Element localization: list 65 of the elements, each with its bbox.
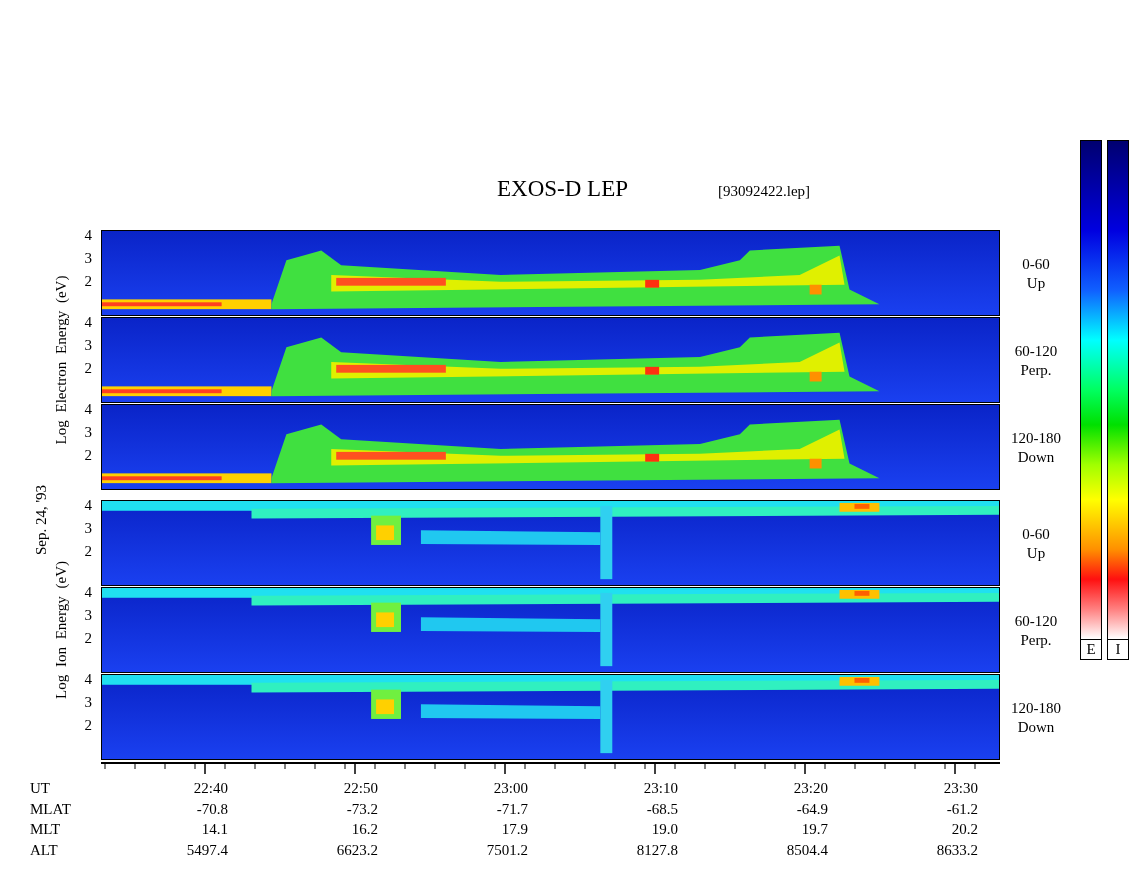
tick-label: 2 bbox=[84, 629, 92, 647]
row-value: 19.7 bbox=[800, 820, 828, 839]
pitch-angle-range: 120-180 bbox=[1011, 698, 1061, 718]
row-value: 16.2 bbox=[350, 820, 378, 839]
row-value: -71.7 bbox=[495, 799, 528, 819]
axis-label: Log Ion Energy (eV) bbox=[52, 561, 70, 699]
row-value: 8504.4 bbox=[785, 840, 828, 860]
axis-label: Log Electron Energy (eV) bbox=[52, 275, 70, 445]
row-value: 7501.2 bbox=[485, 840, 528, 860]
date-label: Sep. 24, '93 bbox=[32, 484, 50, 556]
pitch-angle-range: 60-120 bbox=[1014, 341, 1058, 361]
tick-label: 3 bbox=[84, 249, 92, 267]
row-value: 23:00 bbox=[492, 779, 528, 798]
row-value: 23:20 bbox=[792, 779, 828, 798]
pitch-direction: Up bbox=[1026, 273, 1046, 293]
tick-label: 3 bbox=[84, 693, 92, 711]
row-value: 8633.2 bbox=[935, 840, 978, 860]
row-value: 14.1 bbox=[200, 820, 228, 839]
row-value: -68.5 bbox=[645, 799, 678, 819]
row-value: -64.9 bbox=[795, 799, 828, 819]
row-value: 6623.2 bbox=[335, 840, 378, 860]
row-value: 20.2 bbox=[950, 820, 978, 839]
row-value: 23:30 bbox=[942, 779, 978, 798]
row-label: ALT bbox=[30, 840, 59, 860]
pitch-angle-range: 120-180 bbox=[1011, 428, 1061, 448]
color-scale-label: E bbox=[1080, 640, 1102, 660]
pitch-angle-range: 60-120 bbox=[1014, 611, 1058, 631]
tick-label: 3 bbox=[84, 606, 92, 624]
row-value: -70.8 bbox=[195, 799, 228, 819]
pitch-angle-range: 0-60 bbox=[1022, 524, 1050, 544]
tick-label: 4 bbox=[84, 496, 92, 514]
pitch-direction: Up bbox=[1026, 543, 1046, 563]
tick-label: 4 bbox=[84, 313, 92, 331]
row-value: 8127.8 bbox=[635, 840, 678, 860]
tick-label: 4 bbox=[84, 670, 92, 688]
file-name: [93092422.lep] bbox=[718, 183, 811, 200]
tick-label: 3 bbox=[84, 423, 92, 441]
row-value: 17.9 bbox=[500, 820, 528, 839]
tick-label: 2 bbox=[84, 359, 92, 377]
pitch-direction: Perp. bbox=[1020, 360, 1052, 380]
tick-label: 3 bbox=[84, 519, 92, 537]
tick-label: 2 bbox=[84, 446, 92, 464]
color-scale-label: I bbox=[1107, 640, 1129, 660]
tick-label: 4 bbox=[84, 226, 92, 244]
pitch-direction: Perp. bbox=[1020, 630, 1052, 650]
row-label: MLT bbox=[30, 820, 62, 839]
tick-label: 3 bbox=[84, 336, 92, 354]
row-value: 22:40 bbox=[192, 779, 228, 798]
pitch-direction: Down bbox=[1017, 447, 1055, 467]
plot-title: EXOS-D LEP bbox=[497, 176, 628, 202]
pitch-angle-range: 0-60 bbox=[1022, 254, 1050, 274]
pitch-direction: Down bbox=[1017, 717, 1055, 737]
tick-label: 2 bbox=[84, 542, 92, 560]
tick-label: 4 bbox=[84, 583, 92, 601]
tick-label: 2 bbox=[84, 272, 92, 290]
row-label: UT bbox=[30, 779, 51, 798]
row-label: MLAT bbox=[30, 799, 72, 819]
tick-label: 4 bbox=[84, 400, 92, 418]
row-value: 5497.4 bbox=[185, 840, 228, 860]
row-value: 22:50 bbox=[342, 779, 378, 798]
row-value: 19.0 bbox=[650, 820, 678, 839]
row-value: -61.2 bbox=[945, 799, 978, 819]
tick-label: 2 bbox=[84, 716, 92, 734]
row-value: -73.2 bbox=[345, 799, 378, 819]
row-value: 23:10 bbox=[642, 779, 678, 798]
